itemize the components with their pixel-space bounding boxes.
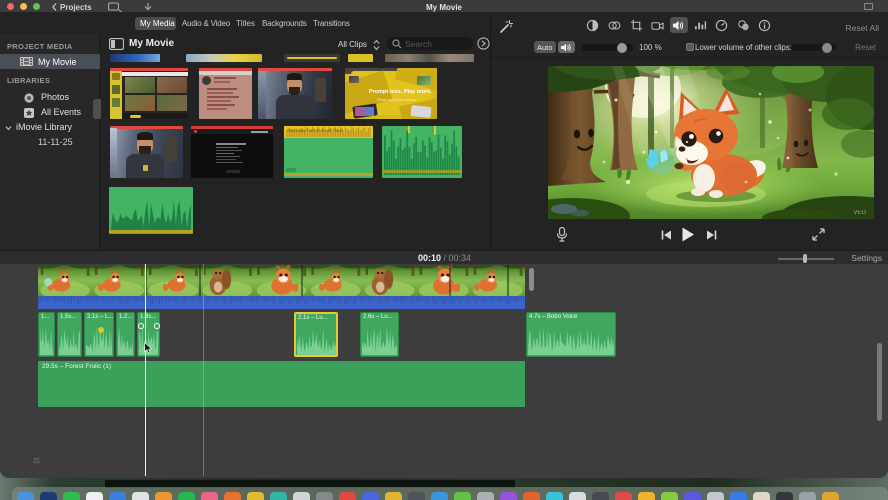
svg-text:VEO: VEO <box>853 210 866 216</box>
